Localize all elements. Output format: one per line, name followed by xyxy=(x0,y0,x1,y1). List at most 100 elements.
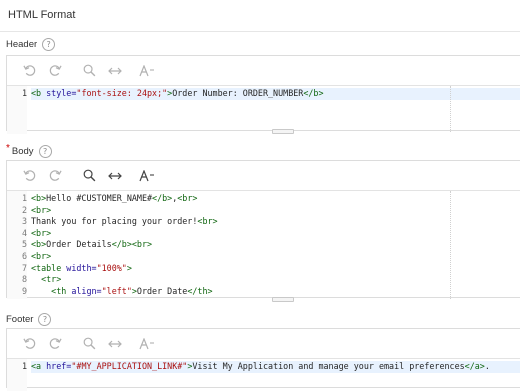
resize-handle[interactable] xyxy=(272,129,294,134)
line-number: 7 xyxy=(21,262,27,273)
code-token: Order Number: ORDER_NUMBER xyxy=(172,88,304,98)
redo-icon[interactable] xyxy=(42,166,68,186)
line-number: 1 xyxy=(21,88,27,98)
code-token: <table xyxy=(31,262,67,273)
code-token: style= xyxy=(46,88,77,98)
header-code-area[interactable]: 1 <b style="font-size: 24px;">Order Numb… xyxy=(7,86,520,134)
code-token: "100%" xyxy=(96,262,127,273)
footer-toolbar xyxy=(7,329,520,359)
code-lines: <b>Hello #CUSTOMER_NAME#</b>,<br> <br> Tha… xyxy=(31,191,520,297)
undo-icon[interactable] xyxy=(16,61,42,81)
code-token: <b> xyxy=(31,193,47,203)
line-number: 5 xyxy=(21,239,27,250)
page-title: HTML Format xyxy=(8,9,76,21)
header-label: Header xyxy=(6,39,38,50)
line-number: 3 xyxy=(21,216,27,227)
code-token: "font-size: 24px;" xyxy=(76,88,168,98)
footer-editor[interactable]: 1 <a href="#MY_APPLICATION_LINK#">Visit … xyxy=(6,328,520,391)
footer-code-area[interactable]: 1 <a href="#MY_APPLICATION_LINK#">Visit … xyxy=(7,359,520,391)
header-label-row: Header ? xyxy=(6,38,56,51)
code-line: <br> xyxy=(31,205,520,217)
code-line: <b>Order Details</b><br> xyxy=(31,239,520,251)
redo-icon[interactable] xyxy=(42,334,68,354)
code-token: <tr> xyxy=(41,274,62,285)
code-lines: <b style="font-size: 24px;">Order Number… xyxy=(31,86,520,100)
line-gutter: 1 xyxy=(7,359,27,391)
code-line: <tr> xyxy=(31,274,520,286)
code-token: Visit My Application and manage your ema… xyxy=(192,361,465,371)
code-token: Thank you for placing your order! xyxy=(31,216,198,227)
code-token: <br> xyxy=(31,204,52,215)
line-number: 4 xyxy=(21,227,27,238)
code-line: <b style="font-size: 24px;">Order Number… xyxy=(31,88,520,100)
font-size-icon[interactable] xyxy=(134,334,160,354)
line-number: 8 xyxy=(21,274,27,285)
code-token: <b> xyxy=(31,239,47,250)
search-icon[interactable] xyxy=(76,334,102,354)
undo-icon[interactable] xyxy=(16,166,42,186)
code-token: <br> xyxy=(177,193,198,203)
resize-handle[interactable] xyxy=(272,297,294,302)
line-number: 6 xyxy=(21,250,27,261)
code-token: "#MY_APPLICATION_LINK#" xyxy=(71,361,188,371)
code-token: > xyxy=(126,262,132,273)
help-icon[interactable]: ? xyxy=(38,313,52,326)
line-gutter: 1 xyxy=(7,86,27,134)
code-line: <b>Hello #CUSTOMER_NAME#</b>,<br> xyxy=(31,193,520,205)
code-token: "left" xyxy=(101,285,132,296)
code-token: Order Date xyxy=(136,285,188,296)
search-icon[interactable] xyxy=(76,166,102,186)
body-label-row: * Body ? xyxy=(6,143,52,158)
code-line: Thank you for placing your order!<br> xyxy=(31,216,520,228)
code-token: <br> xyxy=(31,227,52,238)
code-token: . xyxy=(484,361,490,371)
search-icon[interactable] xyxy=(76,61,102,81)
code-token: Hello #CUSTOMER_NAME# xyxy=(46,193,153,203)
redo-icon[interactable] xyxy=(42,61,68,81)
code-line: <table width="100%"> xyxy=(31,263,520,275)
line-gutter: 123456789 xyxy=(7,191,27,299)
code-token: <a xyxy=(31,361,47,371)
line-number: 9 xyxy=(21,285,27,296)
header-toolbar xyxy=(7,56,520,86)
print-margin xyxy=(450,86,451,132)
resize-horizontal-icon[interactable] xyxy=(102,334,128,354)
code-token: </a> xyxy=(464,361,485,371)
help-icon[interactable]: ? xyxy=(42,38,56,51)
code-token: <br> xyxy=(197,216,218,227)
resize-horizontal-icon[interactable] xyxy=(102,166,128,186)
required-marker: * xyxy=(6,143,10,154)
code-token: Order Details xyxy=(46,239,112,250)
line-number: 1 xyxy=(21,193,27,203)
body-label: Body xyxy=(11,146,34,157)
font-size-icon[interactable] xyxy=(134,166,160,186)
undo-icon[interactable] xyxy=(16,334,42,354)
top-bar: HTML Format xyxy=(0,0,520,32)
help-icon[interactable]: ? xyxy=(38,145,52,158)
code-token: <th xyxy=(51,285,72,296)
code-line: <th align="left">Order Date</th> xyxy=(31,286,520,298)
header-editor[interactable]: 1 <b style="font-size: 24px;">Order Numb… xyxy=(6,55,520,134)
code-token: </b><br> xyxy=(111,239,153,250)
code-token: <br> xyxy=(31,250,52,261)
print-margin xyxy=(450,191,451,299)
code-line: <br> xyxy=(31,228,520,240)
code-token: </th> xyxy=(187,285,213,296)
code-line: <a href="#MY_APPLICATION_LINK#">Visit My… xyxy=(31,361,520,373)
line-number: 2 xyxy=(21,204,27,215)
line-number: 1 xyxy=(21,361,27,371)
body-code-area[interactable]: 123456789 <b>Hello #CUSTOMER_NAME#</b>,<… xyxy=(7,191,520,299)
code-token: href= xyxy=(46,361,72,371)
code-token: width= xyxy=(66,262,97,273)
footer-label: Footer xyxy=(6,314,34,325)
code-lines: <a href="#MY_APPLICATION_LINK#">Visit My… xyxy=(31,359,520,373)
code-line: <br> xyxy=(31,251,520,263)
font-size-icon[interactable] xyxy=(134,61,160,81)
resize-horizontal-icon[interactable] xyxy=(102,61,128,81)
body-editor[interactable]: 123456789 <b>Hello #CUSTOMER_NAME#</b>,<… xyxy=(6,160,520,299)
code-token: </b> xyxy=(303,88,324,98)
body-toolbar xyxy=(7,161,520,191)
footer-label-row: Footer ? xyxy=(6,313,52,326)
